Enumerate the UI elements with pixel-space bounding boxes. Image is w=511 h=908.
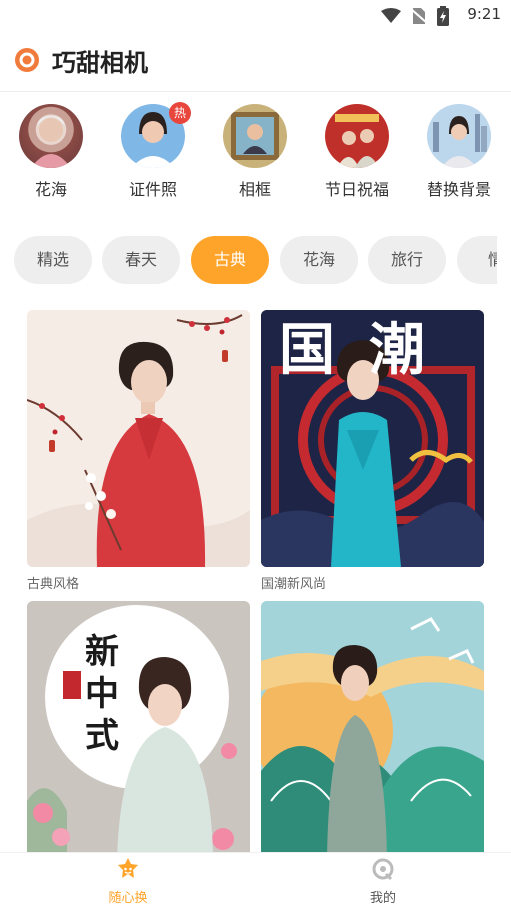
replace-background-avatar — [427, 104, 491, 168]
smiley-star-icon — [118, 858, 138, 878]
bottom-tab-bar: 随心换 我的 — [0, 852, 511, 908]
shortcut-flower-sea[interactable]: 花海 — [11, 104, 91, 200]
holiday-greeting-avatar — [325, 104, 389, 168]
template-thumbnail: 新中式 — [27, 601, 250, 855]
template-grid: 古典风格 国潮 国潮新风尚 新中式 — [0, 310, 511, 855]
shortcut-label: 花海 — [34, 180, 67, 199]
tab-label: 随心换 — [108, 891, 148, 906]
app-title: 巧甜相机 — [52, 49, 148, 77]
flower-sea-avatar — [19, 104, 83, 168]
chip-travel[interactable]: 旅行 — [368, 236, 446, 284]
shortcut-row: 花海 热 证件照 相框 节日祝福 替换背景 — [0, 100, 511, 200]
template-thumbnail — [27, 310, 250, 567]
template-caption: 古典风格 — [27, 577, 80, 592]
shortcut-label: 替换背景 — [426, 180, 491, 199]
chip-flower-sea[interactable]: 花海 — [280, 236, 358, 284]
new-chinese-title-overlay: 新中式 — [85, 632, 119, 756]
template-caption: 国潮新风尚 — [261, 577, 327, 592]
chip-emotion[interactable]: 情 — [457, 236, 497, 284]
wifi-icon — [381, 8, 401, 23]
app-header: 巧甜相机 — [0, 30, 511, 92]
hot-badge: 热 — [169, 102, 191, 124]
status-time: 9:21 — [467, 5, 501, 23]
shortcut-frame[interactable]: 相框 — [215, 104, 295, 200]
profile-icon — [372, 858, 394, 881]
template-card[interactable]: 新中式 — [27, 601, 250, 855]
tab-random-swap[interactable]: 随心换 — [68, 857, 188, 906]
app-logo-icon — [15, 48, 39, 72]
battery-icon — [437, 6, 449, 26]
template-card[interactable]: 国潮 国潮新风尚 — [261, 310, 484, 592]
status-bar: 9:21 — [0, 0, 511, 30]
guochao-title-overlay: 国潮 — [279, 317, 459, 383]
template-thumbnail — [261, 601, 484, 855]
status-icons — [381, 6, 449, 26]
chip-featured[interactable]: 精选 — [14, 236, 92, 284]
category-row: 精选 春天 古典 花海 旅行 情 — [0, 236, 497, 286]
shortcut-label: 相框 — [238, 180, 271, 199]
tab-mine[interactable]: 我的 — [323, 857, 443, 906]
tab-label: 我的 — [369, 891, 396, 906]
template-card[interactable] — [261, 601, 484, 855]
shortcut-replace-background[interactable]: 替换背景 — [419, 104, 499, 200]
template-card[interactable]: 古典风格 — [27, 310, 250, 592]
shortcut-label: 证件照 — [128, 180, 177, 199]
shortcut-label: 节日祝福 — [324, 180, 389, 199]
shortcut-id-photo[interactable]: 热 证件照 — [113, 102, 193, 200]
shortcut-holiday-greeting[interactable]: 节日祝福 — [317, 104, 397, 200]
chip-classical[interactable]: 古典 — [191, 236, 269, 284]
template-thumbnail: 国潮 — [261, 310, 484, 567]
no-sim-icon — [411, 8, 427, 24]
frame-avatar — [223, 104, 287, 168]
chip-spring[interactable]: 春天 — [102, 236, 180, 284]
